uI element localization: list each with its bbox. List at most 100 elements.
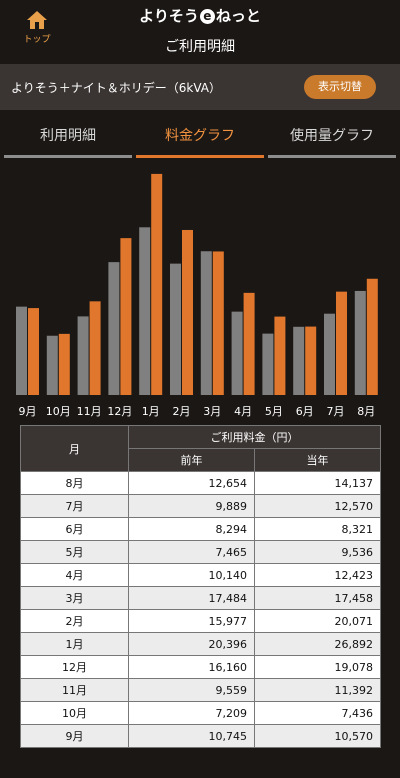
bar-previous-year [108, 262, 120, 395]
bar-current-year [28, 308, 39, 395]
bar-previous-year [200, 251, 212, 395]
previous-year-cell: 20,396 [128, 632, 255, 656]
tab-charge-graph[interactable]: 料金グラフ [136, 110, 264, 158]
page-title: ご利用明細 [165, 39, 235, 55]
table-row: 11月 9,559 11,392 [20, 678, 381, 702]
x-tick-label: 6月 [296, 405, 314, 418]
tab-usage-details[interactable]: 利用明細 [4, 110, 132, 158]
current-year-cell: 11,392 [254, 678, 381, 702]
x-tick-label: 2月 [173, 405, 191, 418]
previous-year-cell: 7,465 [128, 540, 255, 564]
month-cell: 5月 [20, 540, 129, 564]
month-cell: 7月 [20, 494, 129, 518]
x-tick-label: 7月 [327, 405, 345, 418]
month-column-header: 月 [20, 425, 129, 472]
bar-current-year [274, 316, 286, 395]
bar-previous-year [293, 326, 305, 395]
x-tick-label: 1月 [142, 405, 160, 418]
tab-underline [4, 155, 132, 158]
month-cell: 12月 [20, 655, 129, 679]
plan-bar: よりそう＋ナイト＆ホリデー（6kVA） 表示切替 [0, 64, 400, 110]
bar-current-year [336, 291, 347, 395]
table-row: 2月 15,977 20,071 [20, 609, 381, 633]
current-year-cell: 12,423 [254, 563, 381, 587]
current-year-cell: 14,137 [254, 471, 381, 495]
previous-year-cell: 17,484 [128, 586, 255, 610]
table-row: 10月 7,209 7,436 [20, 701, 381, 725]
x-tick-label: 12月 [107, 405, 132, 418]
bar-current-year [366, 278, 378, 395]
previous-year-cell: 10,140 [128, 563, 255, 587]
previous-year-cell: 9,559 [128, 678, 255, 702]
month-cell: 4月 [20, 563, 129, 587]
previous-year-cell: 9,889 [128, 494, 255, 518]
tab-bar: 利用明細 料金グラフ 使用量グラフ [0, 110, 400, 158]
charge-group-header: ご利用料金（円） [128, 425, 381, 449]
bar-current-year [89, 301, 101, 395]
month-cell: 10月 [20, 701, 129, 725]
tab-underline [136, 155, 264, 158]
plan-name: よりそう＋ナイト＆ホリデー（6kVA） [11, 81, 221, 95]
current-year-cell: 17,458 [254, 586, 381, 610]
table-row: 4月 10,140 12,423 [20, 563, 381, 587]
bar-previous-year [324, 313, 335, 395]
tab-label: 料金グラフ [165, 128, 235, 144]
bottom-bar [0, 770, 400, 778]
previous-year-cell: 10,745 [128, 724, 255, 748]
x-tick-label: 9月 [19, 405, 37, 418]
bar-previous-year [139, 227, 151, 395]
bar-current-year [305, 326, 317, 395]
table-row: 7月 9,889 12,570 [20, 494, 381, 518]
previous-year-cell: 16,160 [128, 655, 255, 679]
charge-bar-chart: 9月 10月 11月 12月 1月 2月 3月 4月 5月 6月 7月 8月 [16, 173, 378, 418]
previous-year-cell: 15,977 [128, 609, 255, 633]
current-year-cell: 9,536 [254, 540, 381, 564]
table-row: 12月 16,160 19,078 [20, 655, 381, 679]
table-row: 5月 7,465 9,536 [20, 540, 381, 564]
tab-label: 使用量グラフ [290, 128, 374, 144]
bar-current-year [151, 173, 163, 395]
tab-consumption-graph[interactable]: 使用量グラフ [268, 110, 396, 158]
table-row: 8月 12,654 14,137 [20, 471, 381, 495]
brand-logo: よりそう e ねっと [0, 5, 400, 26]
month-cell: 1月 [20, 632, 129, 656]
bar-previous-year [46, 335, 58, 395]
x-tick-label: 10月 [46, 405, 71, 418]
current-year-cell: 12,570 [254, 494, 381, 518]
month-cell: 9月 [20, 724, 129, 748]
table-row: 6月 8,294 8,321 [20, 517, 381, 541]
previous-year-cell: 12,654 [128, 471, 255, 495]
month-cell: 3月 [20, 586, 129, 610]
brand-text-post: ねっと [215, 7, 261, 25]
bar-previous-year [354, 290, 366, 395]
bar-previous-year [231, 311, 243, 395]
bar-previous-year [262, 333, 274, 395]
x-tick-label: 5月 [265, 405, 283, 418]
tab-underline [268, 155, 396, 158]
current-year-cell: 7,436 [254, 701, 381, 725]
display-switch-button[interactable]: 表示切替 [304, 75, 376, 99]
current-year-cell: 19,078 [254, 655, 381, 679]
x-tick-label: 3月 [203, 405, 221, 418]
table-row: 1月 20,396 26,892 [20, 632, 381, 656]
month-cell: 6月 [20, 517, 129, 541]
bar-previous-year [16, 306, 27, 395]
app-header: トップ よりそう e ねっと ご利用明細 [0, 0, 400, 64]
current-year-header: 当年 [254, 448, 381, 472]
bar-previous-year [170, 263, 181, 395]
brand-text-pre: よりそう [139, 7, 199, 25]
current-year-cell: 26,892 [254, 632, 381, 656]
x-tick-label: 4月 [234, 405, 252, 418]
table-row: 9月 10,745 10,570 [20, 724, 381, 748]
brand-e-mark: e [199, 9, 215, 24]
table-row: 3月 17,484 17,458 [20, 586, 381, 610]
bar-current-year [58, 333, 70, 395]
month-cell: 8月 [20, 471, 129, 495]
current-year-cell: 8,321 [254, 517, 381, 541]
month-cell: 11月 [20, 678, 129, 702]
month-cell: 2月 [20, 609, 129, 633]
previous-year-cell: 7,209 [128, 701, 255, 725]
previous-year-header: 前年 [128, 448, 255, 472]
x-tick-label: 11月 [77, 405, 102, 418]
current-year-cell: 10,570 [254, 724, 381, 748]
